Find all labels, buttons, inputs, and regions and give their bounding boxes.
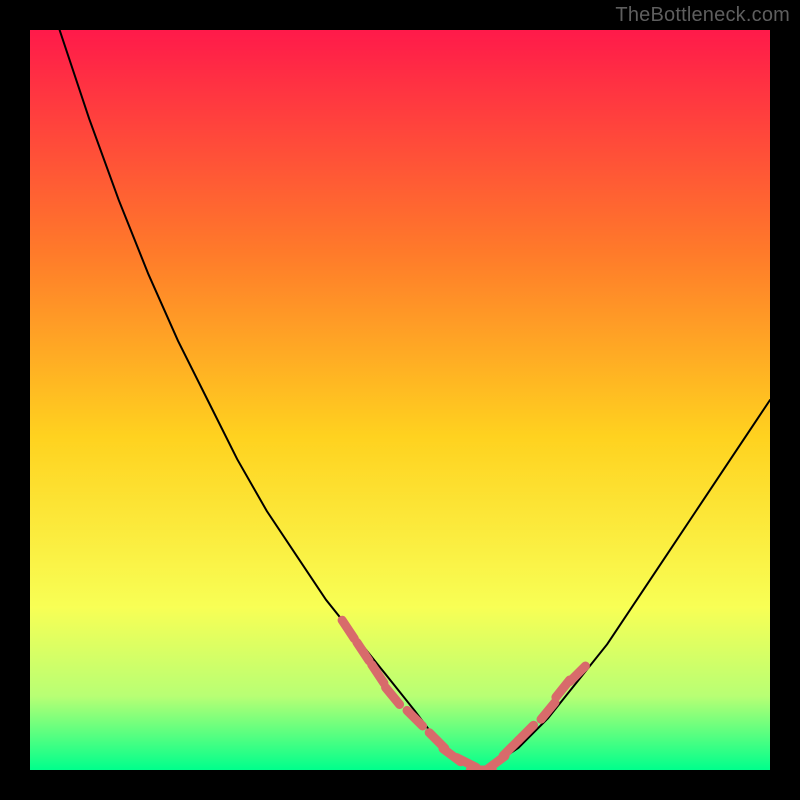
chart-frame: TheBottleneck.com	[0, 0, 800, 800]
watermark-text: TheBottleneck.com	[615, 4, 790, 27]
plot-area	[30, 30, 770, 770]
bottleneck-chart	[30, 30, 770, 770]
gradient-background	[30, 30, 770, 770]
